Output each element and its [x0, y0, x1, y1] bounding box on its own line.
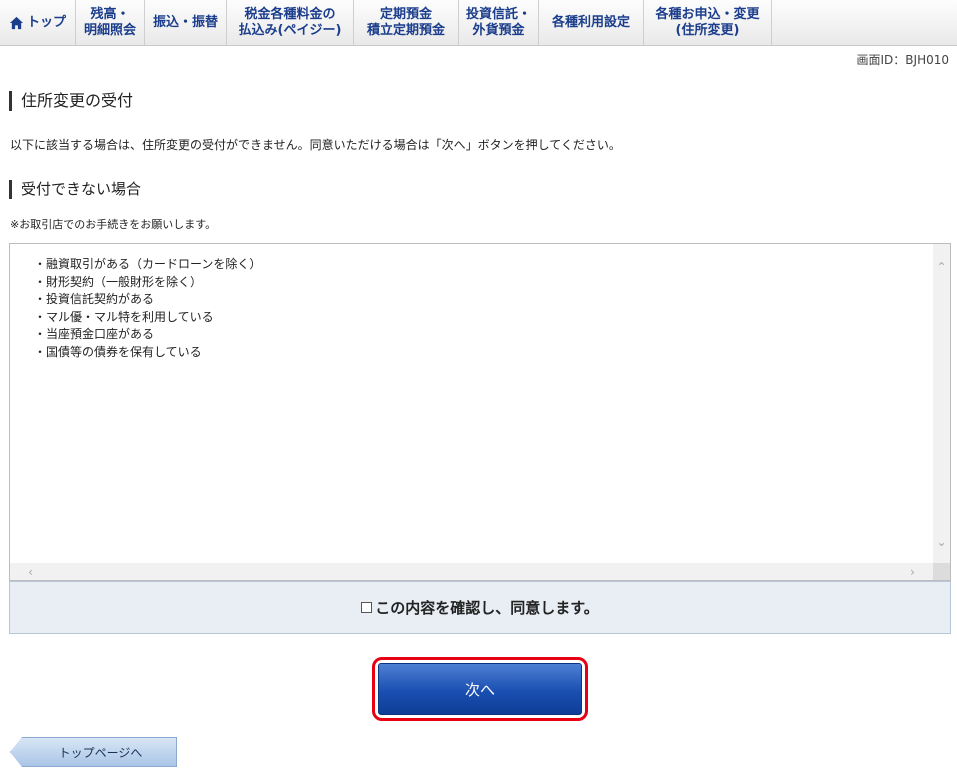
nav-item-investment[interactable]: 投資信託・ 外貨預金 [459, 0, 539, 45]
home-icon [9, 16, 24, 29]
page-description: 以下に該当する場合は、住所変更の受付ができません。同意いただける場合は「次へ」ボ… [10, 138, 621, 152]
nav-item-settings[interactable]: 各種利用設定 [539, 0, 644, 45]
list-item: ・財形契約（一般財形を除く） [34, 274, 203, 289]
scroll-corner [933, 563, 950, 580]
page-title: 住所変更の受付 [9, 91, 133, 111]
agree-label: この内容を確認し、同意します。 [375, 599, 599, 617]
nav-item-balance[interactable]: 残高・ 明細照会 [76, 0, 145, 45]
conditions-scrollbox[interactable]: ・融資取引がある（カードローンを除く） ・財形契約（一般財形を除く） ・投資信託… [9, 243, 951, 581]
section-title: 受付できない場合 [9, 180, 141, 199]
nav-item-top[interactable]: トップ [0, 0, 76, 45]
list-item: ・国債等の債券を保有している [34, 344, 202, 359]
global-nav: トップ 残高・ 明細照会 振込・振替 税金各種料金の 払込み(ペイジー) 定期預… [0, 0, 957, 46]
nav-item-time-deposit[interactable]: 定期預金 積立定期預金 [354, 0, 459, 45]
nav-item-label: トップ [26, 14, 66, 30]
horizontal-scrollbar[interactable]: ‹ › [10, 563, 933, 580]
list-item: ・当座預金口座がある [34, 327, 155, 341]
agree-checkbox[interactable] [361, 602, 373, 613]
scroll-up-icon[interactable]: ⌃ [933, 258, 950, 275]
nav-item-payeasy[interactable]: 税金各種料金の 払込み(ペイジー) [227, 0, 354, 45]
nav-item-applications[interactable]: 各種お申込・変更 (住所変更) [644, 0, 772, 45]
list-item: ・融資取引がある（カードローンを除く） [34, 257, 262, 271]
conditions-list: ・融資取引がある（カードローンを除く） ・財形契約（一般財形を除く） ・投資信託… [34, 256, 261, 361]
nav-item-transfer[interactable]: 振込・振替 [145, 0, 227, 45]
list-item: ・投資信託契約がある [34, 292, 155, 306]
next-button[interactable]: 次へ [378, 663, 582, 715]
scroll-right-icon[interactable]: › [904, 563, 921, 580]
branch-note: ※お取引店でのお手続きをお願いします。 [10, 218, 217, 231]
scroll-down-icon[interactable]: ⌄ [933, 533, 950, 550]
list-item: ・マル優・マル特を利用している [34, 309, 214, 324]
screen-id: 画面ID：BJH010 [856, 53, 949, 67]
scroll-left-icon[interactable]: ‹ [22, 563, 39, 580]
agree-checkbox-row[interactable]: この内容を確認し、同意します。 [9, 581, 951, 634]
vertical-scrollbar[interactable]: ⌃ ⌄ [933, 244, 950, 564]
back-to-top-button[interactable]: トップページへ [10, 737, 177, 767]
